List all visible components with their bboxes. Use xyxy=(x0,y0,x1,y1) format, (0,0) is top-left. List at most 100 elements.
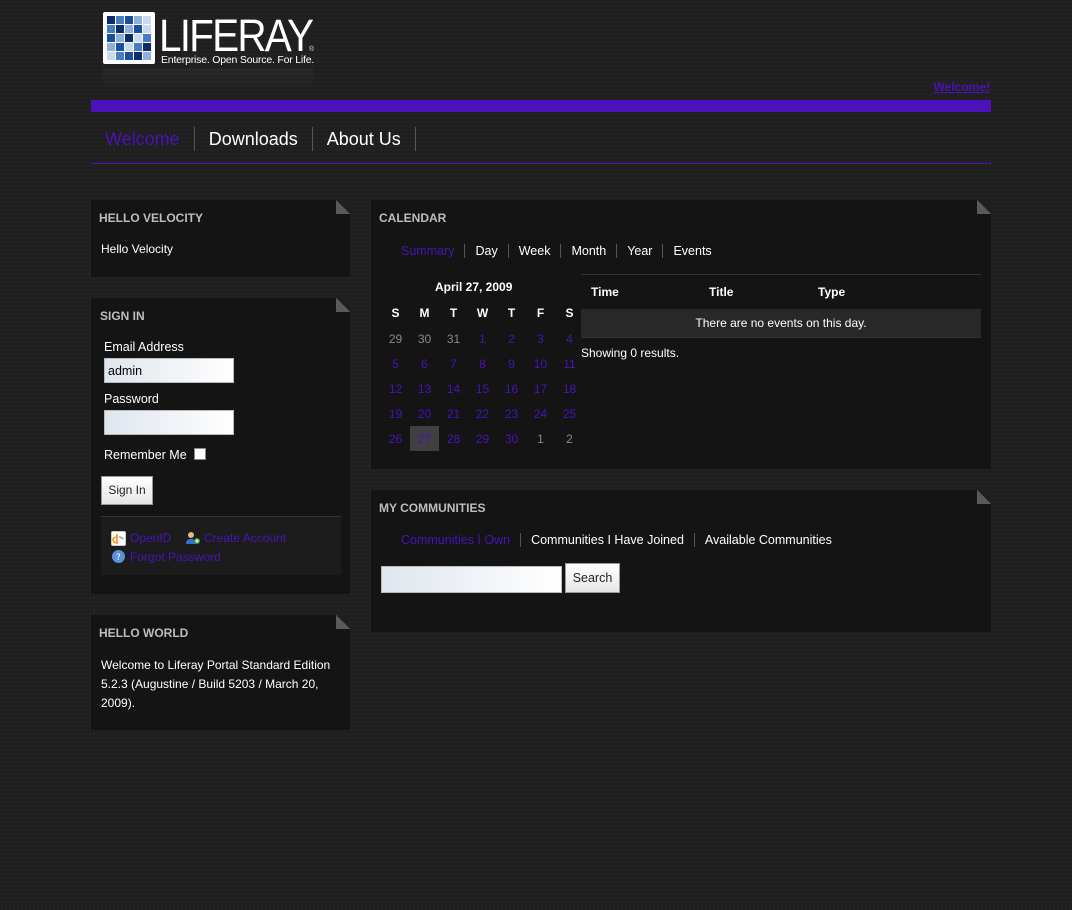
search-button[interactable]: Search xyxy=(565,563,620,593)
tab-communities-i-have-joined[interactable]: Communities I Have Joined xyxy=(521,533,695,547)
openid-icon xyxy=(111,531,126,546)
email-field[interactable] xyxy=(104,358,234,383)
hello-world-portlet: HELLO WORLD Welcome to Liferay Portal St… xyxy=(91,615,350,730)
tab-communities-i-own[interactable]: Communities I Own xyxy=(391,533,522,547)
remember-me-checkbox[interactable] xyxy=(194,448,206,460)
nav-item-downloads[interactable]: Downloads xyxy=(195,127,313,151)
logo-tile xyxy=(134,16,142,24)
calendar-day[interactable]: 12 xyxy=(381,376,410,401)
portlet-corner-icon xyxy=(977,490,991,504)
calendar-week: 29 30 31 1 2 3 4 xyxy=(381,326,584,351)
calendar-week: 12 13 14 15 16 17 18 xyxy=(381,376,584,401)
calendar-day[interactable]: 9 xyxy=(497,351,526,376)
tab-summary[interactable]: Summary xyxy=(391,244,466,258)
calendar-day[interactable]: 7 xyxy=(439,351,468,376)
logo-tile xyxy=(125,34,133,42)
portlet-title: MY COMMUNITIES xyxy=(379,501,486,515)
calendar-day[interactable]: 19 xyxy=(381,401,410,426)
tab-year[interactable]: Year xyxy=(617,244,664,258)
calendar-day[interactable]: 5 xyxy=(381,351,410,376)
logo-tile xyxy=(107,43,115,51)
calendar-day[interactable]: 29 xyxy=(468,426,497,451)
remember-me-label: Remember Me xyxy=(104,448,187,462)
calendar-day[interactable]: 14 xyxy=(439,376,468,401)
portlet-corner-icon xyxy=(336,298,350,312)
welcome-link[interactable]: Welcome! xyxy=(934,80,990,94)
logo-tile xyxy=(125,25,133,33)
calendar-tabs: Summary Day Week Month Year Events xyxy=(391,244,722,258)
weekday-header: F xyxy=(536,306,545,320)
password-field[interactable] xyxy=(104,410,234,435)
calendar-day[interactable]: 30 xyxy=(497,426,526,451)
calendar-day-today[interactable]: 27 xyxy=(410,426,439,451)
logo-tile xyxy=(125,43,133,51)
portlet-body: Welcome to Liferay Portal Standard Editi… xyxy=(101,658,331,710)
tab-events[interactable]: Events xyxy=(663,244,721,258)
logo-tile xyxy=(143,52,151,60)
logo-tile xyxy=(134,52,142,60)
calendar-day[interactable]: 3 xyxy=(526,326,555,351)
calendar-day[interactable]: 25 xyxy=(555,401,584,426)
calendar-day[interactable]: 2 xyxy=(497,326,526,351)
calendar-day[interactable]: 22 xyxy=(468,401,497,426)
calendar-day[interactable]: 20 xyxy=(410,401,439,426)
logo-tile xyxy=(107,52,115,60)
calendar-day[interactable]: 26 xyxy=(381,426,410,451)
calendar-day[interactable]: 13 xyxy=(410,376,439,401)
weekday-header: M xyxy=(419,306,430,320)
tab-week[interactable]: Week xyxy=(509,244,562,258)
logo-tile xyxy=(107,16,115,24)
calendar-day-outside: 29 xyxy=(388,331,403,346)
calendar-day[interactable]: 8 xyxy=(468,351,497,376)
calendar-day[interactable]: 21 xyxy=(439,401,468,426)
tab-month[interactable]: Month xyxy=(561,244,618,258)
logo-tile xyxy=(116,34,124,42)
sign-in-portlet: SIGN IN Email Address Password Remember … xyxy=(91,298,350,594)
calendar-day[interactable]: 1 xyxy=(468,326,497,351)
tab-available-communities[interactable]: Available Communities xyxy=(695,533,842,547)
registered-mark: ® xyxy=(309,46,315,53)
nav-item-welcome[interactable]: Welcome xyxy=(91,127,195,151)
weekday-header: S xyxy=(391,306,400,320)
logo-tile xyxy=(125,52,133,60)
sign-in-links-panel: OpenID Create Account ? Forgot Password xyxy=(101,516,341,575)
logo-tile xyxy=(134,43,142,51)
sign-in-button[interactable]: Sign In xyxy=(101,476,153,505)
calendar-day[interactable]: 10 xyxy=(526,351,555,376)
calendar-day[interactable]: 28 xyxy=(439,426,468,451)
portlet-title: HELLO WORLD xyxy=(99,626,189,640)
calendar-day[interactable]: 23 xyxy=(497,401,526,426)
weekday-header: T xyxy=(449,306,458,320)
calendar-day[interactable]: 18 xyxy=(555,376,584,401)
my-communities-portlet: MY COMMUNITIES Communities I Own Communi… xyxy=(371,490,991,632)
tab-day[interactable]: Day xyxy=(465,244,509,258)
forgot-password-link[interactable]: Forgot Password xyxy=(130,550,221,564)
calendar-day[interactable]: 17 xyxy=(526,376,555,401)
nav-item-about-us[interactable]: About Us xyxy=(313,127,416,151)
logo-tile xyxy=(143,34,151,42)
openid-link[interactable]: OpenID xyxy=(130,531,171,545)
liferay-logo[interactable]: LIFERAY ® Enterprise. Open Source. For L… xyxy=(103,10,318,92)
logo-tile xyxy=(125,16,133,24)
calendar-day[interactable]: 16 xyxy=(497,376,526,401)
events-table: Time Title Type There are no events on t… xyxy=(581,274,981,360)
weekday-header: W xyxy=(476,306,489,320)
portlet-corner-icon xyxy=(336,615,350,629)
calendar-day[interactable]: 4 xyxy=(555,326,584,351)
calendar-day[interactable]: 24 xyxy=(526,401,555,426)
weekday-header: S xyxy=(565,306,574,320)
column-type: Type xyxy=(818,285,846,299)
calendar-day[interactable]: 15 xyxy=(468,376,497,401)
portlet-corner-icon xyxy=(336,200,350,214)
calendar-day[interactable]: 11 xyxy=(555,351,584,376)
communities-search-input[interactable] xyxy=(381,566,562,593)
header-accent-bar xyxy=(91,100,991,112)
logo-tile xyxy=(116,43,124,51)
calendar-day[interactable]: 6 xyxy=(410,351,439,376)
logo-tile xyxy=(134,25,142,33)
create-account-link[interactable]: Create Account xyxy=(204,531,286,545)
logo-tile xyxy=(107,34,115,42)
logo-tile xyxy=(116,16,124,24)
portlet-title: SIGN IN xyxy=(100,309,145,323)
calendar-portlet: CALENDAR Summary Day Week Month Year Eve… xyxy=(371,200,991,469)
